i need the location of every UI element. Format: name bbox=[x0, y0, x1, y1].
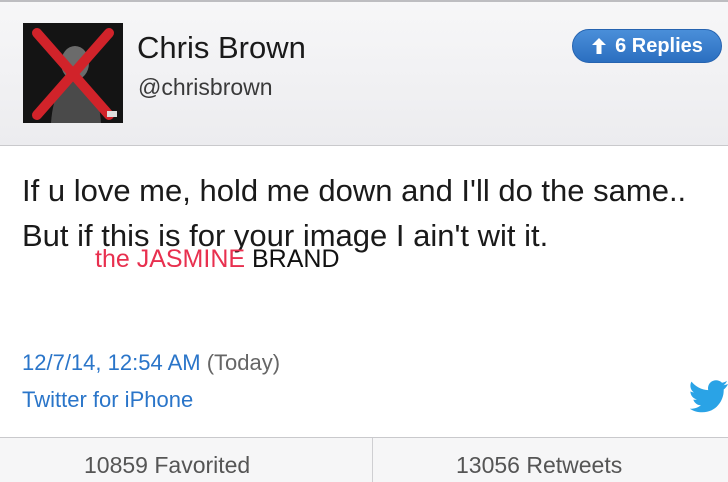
stats-divider bbox=[372, 438, 373, 482]
top-divider bbox=[0, 0, 728, 2]
watermark: the JASMINE BRAND bbox=[95, 244, 340, 274]
tweet-timestamp: 12/7/14, 12:54 AM (Today) bbox=[22, 350, 280, 376]
favorited-count[interactable]: 10859 Favorited bbox=[84, 452, 250, 479]
timestamp-relative: (Today) bbox=[200, 350, 281, 375]
replies-button[interactable]: 6 Replies bbox=[572, 29, 722, 63]
timestamp-link[interactable]: 12/7/14, 12:54 AM bbox=[22, 350, 201, 375]
watermark-the: the bbox=[95, 245, 137, 273]
display-name[interactable]: Chris Brown bbox=[137, 30, 306, 66]
avatar-image bbox=[23, 23, 123, 123]
replies-label: 6 Replies bbox=[615, 34, 703, 57]
retweets-count[interactable]: 13056 Retweets bbox=[456, 452, 622, 479]
watermark-jasmine: JASMINE bbox=[136, 245, 246, 273]
arrow-up-icon bbox=[592, 38, 607, 54]
user-handle[interactable]: @chrisbrown bbox=[138, 74, 273, 101]
twitter-bird-icon bbox=[690, 380, 728, 413]
tweet-source-link[interactable]: Twitter for iPhone bbox=[22, 387, 193, 413]
profile-avatar[interactable] bbox=[23, 23, 123, 123]
watermark-brand: BRAND bbox=[245, 245, 340, 273]
stats-bar: 10859 Favorited 13056 Retweets bbox=[0, 437, 728, 482]
tweet-header: Chris Brown @chrisbrown 6 Replies bbox=[0, 0, 728, 146]
